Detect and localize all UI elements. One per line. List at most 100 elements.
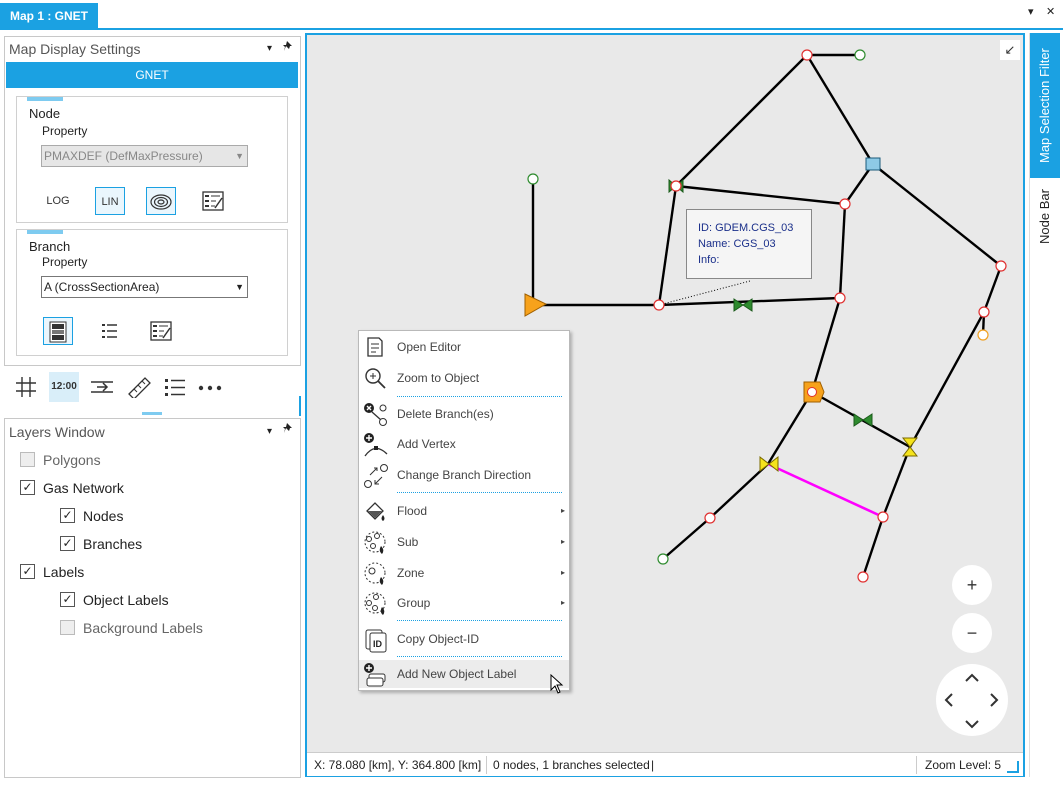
pan-right-icon[interactable] [989, 693, 999, 712]
pipe[interactable] [662, 517, 711, 560]
source-icon[interactable] [524, 293, 548, 317]
checkbox-checked[interactable]: ✓ [20, 563, 35, 579]
pipe[interactable] [908, 311, 986, 448]
node[interactable] [995, 260, 1007, 272]
selected-branch[interactable] [767, 462, 884, 519]
collapse-icon[interactable]: ↙ [1000, 40, 1020, 60]
menu-item-open-editor[interactable]: Open Editor [359, 333, 569, 361]
more-options-icon[interactable] [195, 372, 225, 402]
contour-icon[interactable] [146, 187, 176, 215]
node[interactable] [877, 511, 889, 523]
node[interactable] [978, 306, 990, 318]
node[interactable] [801, 49, 813, 61]
pan-down-icon[interactable] [965, 716, 979, 734]
map-toolbar: 12:00 [7, 372, 299, 402]
grid-icon[interactable] [11, 372, 41, 402]
pipe[interactable] [838, 203, 847, 299]
pipe[interactable] [675, 184, 846, 206]
pipe[interactable] [657, 185, 678, 306]
menu-item-sub[interactable]: Sub ▸ [359, 528, 569, 556]
pipe[interactable] [861, 516, 885, 578]
layer-nodes[interactable]: ✓ Nodes [60, 506, 123, 526]
menu-item-add-vertex[interactable]: Add Vertex [359, 430, 569, 458]
legend-edit-icon[interactable] [146, 317, 176, 345]
layer-label: Branches [83, 536, 143, 552]
menu-item-zoom-to-object[interactable]: Zoom to Object [359, 364, 569, 392]
node[interactable] [657, 553, 669, 565]
pipe[interactable] [675, 54, 808, 187]
close-window-icon[interactable]: ✕ [1046, 5, 1055, 18]
panel-scrollbar[interactable] [299, 396, 301, 416]
fill-legend-icon[interactable] [43, 317, 73, 345]
tab-list-dropdown-icon[interactable]: ▾ [1028, 5, 1034, 18]
divider [486, 756, 487, 774]
pipe[interactable] [766, 391, 814, 465]
regulator-icon[interactable] [759, 455, 779, 473]
node[interactable] [527, 173, 539, 185]
checkbox-checked[interactable]: ✓ [60, 535, 75, 551]
menu-item-group[interactable]: Group ▸ [359, 589, 569, 617]
branch-property-select[interactable]: A (CrossSectionArea) ▼ [41, 276, 248, 298]
tab-map-selection-filter[interactable]: Map Selection Filter [1030, 33, 1060, 178]
node[interactable] [839, 198, 851, 210]
node[interactable] [857, 571, 869, 583]
node[interactable] [670, 180, 682, 192]
splitter-grip[interactable] [142, 412, 162, 415]
node[interactable] [854, 49, 866, 61]
menu-item-flood[interactable]: Flood ▸ [359, 497, 569, 525]
node[interactable] [653, 299, 665, 311]
panel-title: Map Display Settings [9, 41, 141, 57]
pipe[interactable] [982, 265, 1003, 313]
station-icon[interactable] [865, 157, 881, 171]
checkbox-unchecked[interactable] [60, 619, 75, 635]
checkbox-checked[interactable]: ✓ [20, 479, 35, 495]
flood-icon [363, 499, 389, 523]
layer-polygons[interactable]: Polygons [20, 450, 101, 470]
network-selector-gnet[interactable]: GNET [6, 62, 298, 88]
legend-list-icon[interactable] [160, 372, 190, 402]
zoom-in-button[interactable]: + [952, 565, 992, 605]
pin-icon[interactable] [283, 37, 295, 61]
node[interactable] [807, 387, 817, 397]
menu-item-change-branch-direction[interactable]: Change Branch Direction [359, 461, 569, 489]
layer-background-labels[interactable]: Background Labels [60, 618, 203, 638]
time-step-button[interactable]: 12:00 [49, 372, 79, 402]
log-scale-button[interactable]: LOG [43, 187, 73, 215]
menu-item-copy-object-id[interactable]: ID Copy Object-ID [359, 625, 569, 653]
tab-map-1[interactable]: Map 1 : GNET [0, 3, 99, 29]
valve-icon[interactable] [853, 413, 873, 427]
node[interactable] [704, 512, 716, 524]
legend-edit-icon[interactable] [198, 187, 228, 215]
pan-left-icon[interactable] [944, 693, 954, 712]
pipe[interactable] [810, 297, 842, 393]
checkbox-checked[interactable]: ✓ [60, 591, 75, 607]
pin-icon[interactable] [283, 419, 295, 445]
checkbox-unchecked[interactable] [20, 451, 35, 467]
lin-scale-button[interactable]: LIN [95, 187, 125, 215]
resize-grip[interactable] [1007, 761, 1019, 773]
measure-ruler-icon[interactable] [124, 372, 154, 402]
layer-branches[interactable]: ✓ Branches [60, 534, 142, 554]
menu-item-delete-branches[interactable]: Delete Branch(es) [359, 400, 569, 428]
pipe[interactable] [872, 163, 1002, 267]
menu-item-add-new-object-label[interactable]: Add New Object Label [359, 660, 569, 688]
node[interactable] [977, 329, 989, 341]
tab-node-bar[interactable]: Node Bar [1030, 183, 1060, 251]
layer-object-labels[interactable]: ✓ Object Labels [60, 590, 169, 610]
pan-up-icon[interactable] [965, 670, 979, 688]
node-property-select[interactable]: PMAXDEF (DefMaxPressure) ▼ [41, 145, 248, 167]
node[interactable] [834, 292, 846, 304]
flow-direction-icon[interactable] [87, 372, 117, 402]
pipe[interactable] [709, 463, 769, 519]
layer-labels[interactable]: ✓ Labels [20, 562, 84, 582]
regulator-icon[interactable] [901, 437, 919, 457]
layer-gas-network[interactable]: ✓ Gas Network [20, 478, 124, 498]
list-icon[interactable] [95, 317, 125, 345]
pipe[interactable] [805, 54, 875, 165]
panel-menu-icon[interactable]: ▾ [267, 37, 272, 61]
checkbox-checked[interactable]: ✓ [60, 507, 75, 523]
panel-menu-icon[interactable]: ▾ [267, 419, 272, 445]
menu-item-zone[interactable]: Zone ▸ [359, 559, 569, 587]
zoom-out-button[interactable]: − [952, 613, 992, 653]
pipe[interactable] [881, 446, 912, 518]
